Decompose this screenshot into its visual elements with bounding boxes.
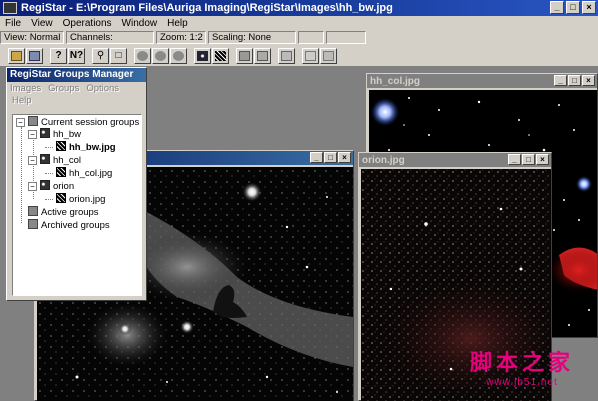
hh-col-maximize-button[interactable]: □ bbox=[568, 75, 581, 86]
folder-icon bbox=[28, 206, 38, 216]
open-icon[interactable] bbox=[8, 48, 25, 64]
watermark-logo-text: 脚本之家 bbox=[469, 351, 574, 376]
groups-manager-panel[interactable]: RegiStar Groups Manager Images Groups Op… bbox=[6, 67, 147, 301]
orion-maximize-button[interactable]: □ bbox=[522, 154, 535, 165]
grid-icon[interactable] bbox=[236, 48, 253, 64]
stars-icon[interactable] bbox=[194, 48, 211, 64]
menu-window[interactable]: Window bbox=[117, 18, 163, 29]
groups-manager-menu: Images Groups Options bbox=[7, 82, 146, 95]
tree-active-groups[interactable]: Active groups bbox=[28, 206, 99, 218]
align-icon[interactable] bbox=[212, 48, 229, 64]
tree-image-orion[interactable]: orion.jpg bbox=[56, 193, 105, 205]
help-icon[interactable]: ? bbox=[50, 48, 67, 64]
menu-help[interactable]: Help bbox=[162, 18, 193, 29]
view-status: View: Normal bbox=[0, 31, 64, 44]
maximize-button[interactable]: □ bbox=[566, 1, 580, 14]
expand-toggle-hh-bw[interactable]: − bbox=[28, 130, 37, 139]
hh-col-title: hh_col.jpg bbox=[370, 75, 420, 87]
zoom-icon[interactable]: ⚲ bbox=[92, 48, 109, 64]
tree-image-hh-col[interactable]: hh_col.jpg bbox=[56, 167, 112, 179]
expand-toggle-orion[interactable]: − bbox=[28, 182, 37, 191]
context-help-icon[interactable]: N? bbox=[68, 48, 85, 64]
groups-manager-title[interactable]: RegiStar Groups Manager bbox=[7, 68, 146, 82]
menu-file[interactable]: File bbox=[0, 18, 26, 29]
image-icon bbox=[56, 141, 66, 151]
register-icon[interactable] bbox=[254, 48, 271, 64]
status-panel-5 bbox=[298, 31, 324, 44]
orion-title-bar[interactable]: orion.jpg _ □ × bbox=[359, 153, 551, 167]
circle-1-icon[interactable] bbox=[134, 48, 151, 64]
menu-operations[interactable]: Operations bbox=[58, 18, 117, 29]
save-icon[interactable] bbox=[26, 48, 43, 64]
menu-bar: File View Operations Window Help bbox=[0, 16, 598, 31]
select-icon[interactable]: □ bbox=[110, 48, 127, 64]
hh-col-close-button[interactable]: × bbox=[582, 75, 595, 86]
group-icon bbox=[40, 154, 50, 164]
registar-app-icon bbox=[3, 2, 17, 14]
status-panel-6 bbox=[326, 31, 366, 44]
status-row: View: Normal Channels: Zoom: 1:2 Scaling… bbox=[0, 31, 598, 45]
combine-icon[interactable] bbox=[278, 48, 295, 64]
expand-toggle-hh-col[interactable]: − bbox=[28, 156, 37, 165]
app-title: RegiStar - E:\Program Files\Auriga Imagi… bbox=[21, 2, 393, 14]
tree-group-hh-col[interactable]: hh_col bbox=[40, 154, 81, 166]
tree-root-current-session[interactable]: Current session groups bbox=[28, 116, 139, 128]
minimize-button[interactable]: _ bbox=[550, 1, 564, 14]
orion-title: orion.jpg bbox=[362, 154, 405, 166]
close-button[interactable]: × bbox=[582, 1, 596, 14]
app-title-bar: RegiStar - E:\Program Files\Auriga Imagi… bbox=[0, 0, 598, 16]
blend-icon[interactable] bbox=[302, 48, 319, 64]
group-icon bbox=[40, 128, 50, 138]
orion-close-button[interactable]: × bbox=[536, 154, 549, 165]
hh-bw-minimize-button[interactable]: _ bbox=[310, 152, 323, 163]
hh-col-title-bar[interactable]: hh_col.jpg _ □ × bbox=[367, 74, 597, 88]
hh-bw-close-button[interactable]: × bbox=[338, 152, 351, 163]
watermark-url: www.jb51.net bbox=[486, 377, 558, 388]
expand-toggle-root[interactable]: − bbox=[16, 118, 25, 127]
groups-tree[interactable]: − Current session groups − hh_bw hh_bw.j… bbox=[12, 114, 142, 296]
folder-icon bbox=[28, 219, 38, 229]
hh-col-minimize-button[interactable]: _ bbox=[554, 75, 567, 86]
tree-image-hh-bw[interactable]: hh_bw.jpg bbox=[56, 141, 116, 153]
image-icon bbox=[56, 193, 66, 203]
hh-bw-maximize-button[interactable]: □ bbox=[324, 152, 337, 163]
group-icon bbox=[40, 180, 50, 190]
toolbar: ? N? ⚲ □ bbox=[0, 45, 598, 67]
tree-archived-groups[interactable]: Archived groups bbox=[28, 219, 110, 231]
zoom-status: Zoom: 1:2 bbox=[156, 31, 206, 44]
gm-menu-images[interactable]: Images bbox=[10, 83, 41, 94]
orion-minimize-button[interactable]: _ bbox=[508, 154, 521, 165]
channels-status: Channels: bbox=[66, 31, 154, 44]
circle-2-icon[interactable] bbox=[152, 48, 169, 64]
gm-menu-help[interactable]: Help bbox=[7, 95, 146, 107]
scaling-status: Scaling: None bbox=[208, 31, 296, 44]
folder-icon bbox=[28, 116, 38, 126]
image-icon bbox=[56, 167, 66, 177]
gm-menu-options[interactable]: Options bbox=[86, 83, 119, 94]
tree-group-hh-bw[interactable]: hh_bw bbox=[40, 128, 81, 140]
watermark: 脚本之家 www.jb51.net bbox=[452, 345, 592, 395]
menu-view[interactable]: View bbox=[26, 18, 58, 29]
gm-menu-groups[interactable]: Groups bbox=[48, 83, 79, 94]
chart-icon[interactable] bbox=[320, 48, 337, 64]
circle-3-icon[interactable] bbox=[170, 48, 187, 64]
tree-group-orion[interactable]: orion bbox=[40, 180, 74, 192]
